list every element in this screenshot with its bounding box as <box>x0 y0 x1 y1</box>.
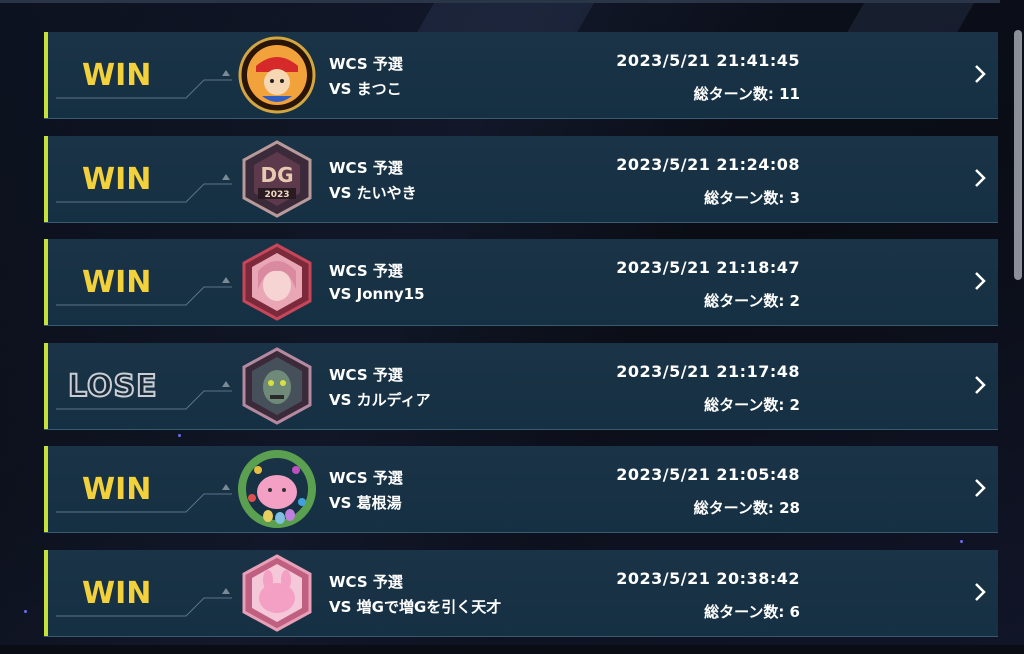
match-datetime: 2023/5/21 21:05:48 <box>616 465 800 485</box>
total-turns: 総ターン数: 3 <box>704 188 800 207</box>
match-row[interactable]: WIN WCS 予選 VS Jonny15 2023/5/21 21:18:47… <box>44 239 998 326</box>
top-divider <box>0 0 1000 3</box>
opponent-name: VS Jonny15 <box>329 285 425 304</box>
match-mode: WCS 予選 <box>329 158 403 177</box>
arrow-up-icon <box>222 173 230 180</box>
chevron-right-icon[interactable] <box>972 580 988 604</box>
anime-girl-portrait-icon <box>242 243 312 321</box>
svg-text:DG: DG <box>260 163 293 187</box>
opponent-name: VS たいやき <box>329 183 417 202</box>
match-mode: WCS 予選 <box>329 55 403 73</box>
arrow-up-icon <box>222 70 230 76</box>
match-datetime: 2023/5/21 20:38:42 <box>616 568 800 588</box>
opponent-name: VS まつこ <box>329 80 402 98</box>
match-mode: WCS 予選 <box>329 572 403 591</box>
match-datetime: 2023/5/21 21:17:48 <box>616 361 800 381</box>
match-datetime: 2023/5/21 21:18:47 <box>616 258 800 278</box>
total-turns: 総ターン数: 2 <box>704 292 800 311</box>
opponent-name: VS 葛根湯 <box>329 494 402 513</box>
match-mode: WCS 予選 <box>329 262 403 281</box>
total-turns: 総ターン数: 11 <box>693 85 800 103</box>
match-row[interactable]: WIN WCS 予選 VS 葛根湯 2023/5/21 21:05:48 総ター… <box>44 446 998 533</box>
result-label: WIN <box>82 265 152 301</box>
chevron-right-icon[interactable] <box>972 62 988 86</box>
result-label: WIN <box>82 161 152 197</box>
scrollbar-thumb[interactable] <box>1014 30 1022 280</box>
chevron-right-icon[interactable] <box>972 476 988 500</box>
arrow-up-icon <box>222 380 230 387</box>
zombie-face-icon <box>242 347 312 425</box>
total-turns: 総ターン数: 28 <box>693 499 800 518</box>
baseball-player-badge-icon <box>238 36 316 114</box>
match-history-list: WIN WCS 予選 VS まつこ 2023/5/21 21:41:45 総ター… <box>44 32 1000 654</box>
match-row[interactable]: WIN DG 2023 WCS 予選 VS たいやき 2023/5/21 21:… <box>44 135 998 222</box>
total-turns: 総ターン数: 6 <box>704 602 800 621</box>
chevron-right-icon[interactable] <box>972 373 988 397</box>
match-datetime: 2023/5/21 21:41:45 <box>616 51 800 70</box>
opponent-name: VS 増Gで増Gを引く天才 <box>329 597 502 616</box>
opponent-name: VS カルディア <box>329 390 431 409</box>
match-mode: WCS 予選 <box>329 469 403 488</box>
match-datetime: 2023/5/21 21:24:08 <box>616 154 800 174</box>
dg-2023-emblem-icon: DG 2023 <box>242 139 312 218</box>
svg-text:2023: 2023 <box>264 190 289 200</box>
result-label: WIN <box>82 58 152 93</box>
arrow-up-icon <box>222 587 230 594</box>
match-mode: WCS 予選 <box>329 365 403 384</box>
result-label: LOSE <box>67 368 158 405</box>
chevron-right-icon[interactable] <box>972 166 988 190</box>
result-label: WIN <box>82 472 152 508</box>
match-row[interactable]: WIN WCS 予選 VS まつこ 2023/5/21 21:41:45 総ター… <box>44 32 998 118</box>
match-row[interactable]: WIN WCS 予選 VS 増Gで増Gを引く天才 2023/5/21 20:38… <box>44 549 998 636</box>
total-turns: 総ターン数: 2 <box>704 395 800 414</box>
match-row[interactable]: LOSE WCS 予選 VS カルディア 2023/5/21 21:17:48 … <box>44 342 998 429</box>
arrow-up-icon <box>222 484 230 491</box>
pink-bunny-wreath-icon <box>238 450 316 529</box>
pink-bunny-icon <box>242 554 312 632</box>
result-label: WIN <box>82 575 152 611</box>
chevron-right-icon[interactable] <box>972 269 988 293</box>
arrow-up-icon <box>222 277 230 284</box>
